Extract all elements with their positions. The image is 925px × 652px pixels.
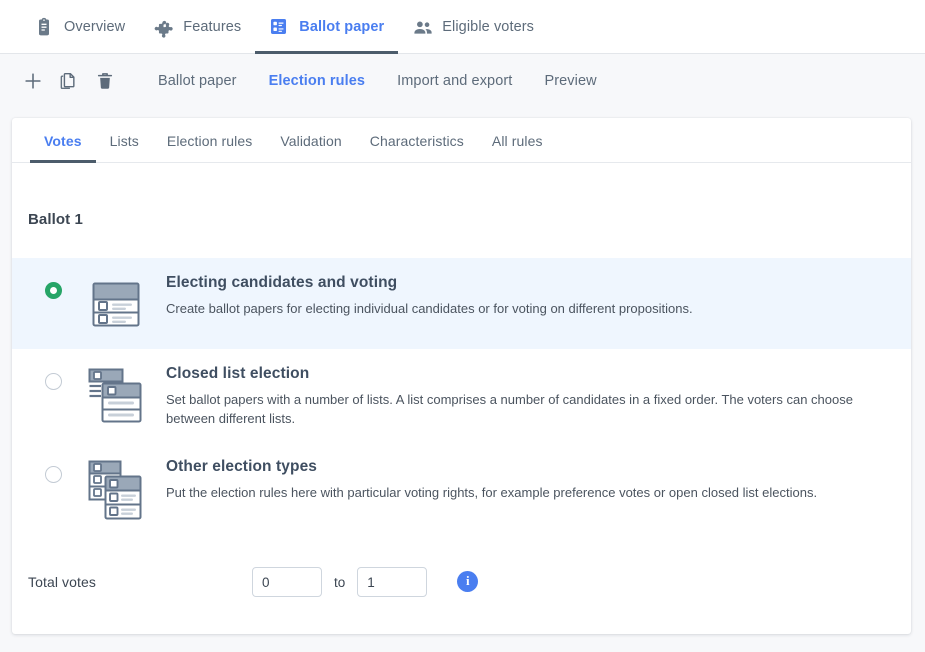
nav-item-overview[interactable]: Overview [20,0,139,54]
option-other-election-types[interactable]: Other election types Put the election ru… [12,442,911,539]
option-closed-list-election[interactable]: Closed list election Set ballot papers w… [12,349,911,442]
total-votes-row: Total votes to i [12,539,911,597]
copy-icon [59,71,79,91]
ballot-paper-icon [269,17,289,37]
people-icon [412,17,432,37]
nav-item-ballot-paper[interactable]: Ballot paper [255,0,399,54]
option-text: Closed list election Set ballot papers w… [166,363,895,428]
total-votes-max-input[interactable] [357,567,428,597]
option-description: Set ballot papers with a number of lists… [166,392,853,426]
option-title: Electing candidates and voting [166,274,398,291]
option-title: Other election types [166,458,318,475]
option-description: Create ballot papers for electing indivi… [166,301,693,316]
page-title: Ballot 1 [28,211,83,228]
option-title: Closed list election [166,365,310,382]
total-votes-label: Total votes [28,574,97,590]
toolbar-link-group: Ballot paper Election rules Import and e… [142,73,613,89]
option-text: Electing candidates and voting Create ba… [166,272,895,318]
nav-item-features[interactable]: Features [139,0,255,54]
to-label: to [334,574,346,590]
nav-item-label: Eligible voters [442,18,535,35]
tab-votes[interactable]: Votes [30,133,96,163]
clipboard-icon [34,17,54,37]
option-description: Put the election rules here with particu… [166,485,818,500]
card-tab-bar: Votes Lists Election rules Validation Ch… [12,118,911,163]
radio-closed-list-election[interactable] [45,373,62,390]
option-electing-candidates-and-voting[interactable]: Electing candidates and voting Create ba… [12,258,911,349]
total-votes-min-input[interactable] [252,567,322,597]
plus-icon [22,70,44,92]
toolbar-link-election-rules[interactable]: Election rules [253,73,382,89]
primary-navbar: Overview Features Ballot paper Eligible … [0,0,925,54]
option-text: Other election types Put the election ru… [166,456,895,502]
trash-icon [95,71,115,91]
nav-item-eligible-voters[interactable]: Eligible voters [398,0,548,54]
election-type-radio-group: Electing candidates and voting Create ba… [12,258,911,539]
secondary-toolbar: Ballot paper Election rules Import and e… [0,54,925,108]
radio-other-election-types[interactable] [45,466,62,483]
single-ballot-icon [88,275,148,335]
tab-characteristics[interactable]: Characteristics [356,133,478,162]
nav-item-label: Ballot paper [299,18,385,35]
stacked-ballot-icon [88,366,148,428]
card-body: Ballot 1 Electing candidates and voting … [12,163,911,597]
duplicate-button[interactable] [52,64,86,98]
tab-election-rules[interactable]: Election rules [153,133,266,162]
app-root: Overview Features Ballot paper Eligible … [0,0,925,652]
nav-item-label: Features [183,18,242,35]
add-button[interactable] [16,64,50,98]
toolbar-link-preview[interactable]: Preview [528,73,612,89]
delete-button[interactable] [88,64,122,98]
tab-all-rules[interactable]: All rules [478,133,557,162]
election-rules-card: Votes Lists Election rules Validation Ch… [12,118,911,634]
nav-item-label: Overview [64,18,126,35]
tab-lists[interactable]: Lists [96,133,153,162]
tab-validation[interactable]: Validation [266,133,355,162]
info-icon[interactable]: i [457,570,479,592]
multi-ballot-icon [88,459,148,525]
toolbar-link-import-and-export[interactable]: Import and export [381,73,528,89]
radio-electing-candidates-and-voting[interactable] [45,282,62,299]
toolbar-link-ballot-paper[interactable]: Ballot paper [142,73,253,89]
puzzle-piece-icon [153,17,173,38]
